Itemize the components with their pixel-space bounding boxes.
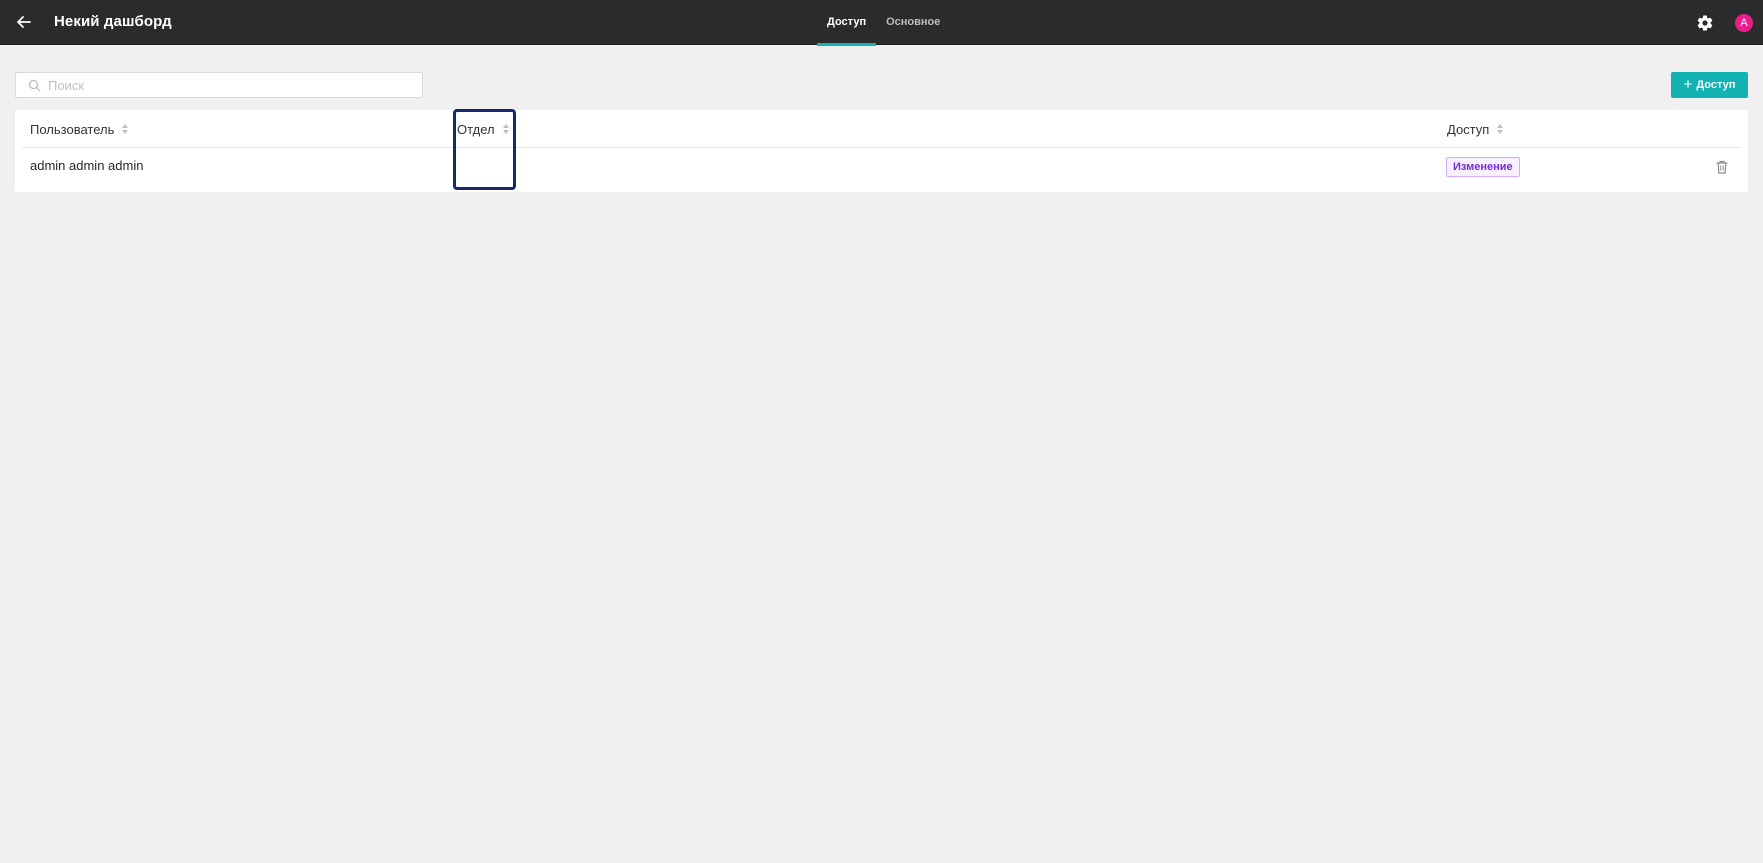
search-input[interactable] — [44, 73, 414, 97]
sort-icon[interactable] — [1496, 122, 1504, 136]
back-arrow-icon[interactable] — [14, 12, 34, 32]
header-divider — [22, 147, 1741, 148]
tab-bar: Доступ Основное — [817, 0, 950, 46]
gear-icon[interactable] — [1696, 14, 1714, 32]
search-box — [15, 72, 423, 98]
avatar[interactable]: A — [1735, 14, 1753, 32]
tab-general[interactable]: Основное — [876, 0, 950, 45]
access-level-tag[interactable]: Изменение — [1446, 157, 1520, 177]
trash-icon[interactable] — [1715, 159, 1729, 175]
column-header-user[interactable]: Пользователь — [30, 110, 129, 148]
page-title: Некий дашборд — [54, 13, 172, 30]
top-bar: Некий дашборд Доступ Основное A — [0, 0, 1763, 46]
sort-icon[interactable] — [502, 122, 510, 136]
add-access-label: Доступ — [1696, 79, 1736, 91]
access-table: Пользователь Отдел Доступ admin admin ad… — [15, 110, 1748, 192]
search-icon — [28, 79, 41, 92]
cell-user: admin admin admin — [30, 158, 144, 173]
column-header-user-label: Пользователь — [30, 121, 115, 137]
column-header-access[interactable]: Доступ — [1447, 110, 1504, 148]
plus-icon: + — [1683, 75, 1693, 93]
tab-access[interactable]: Доступ — [817, 0, 877, 46]
add-access-button[interactable]: + Доступ — [1671, 72, 1748, 98]
column-header-department[interactable]: Отдел — [457, 110, 510, 148]
sort-icon[interactable] — [121, 122, 129, 136]
column-header-access-label: Доступ — [1447, 121, 1490, 137]
column-header-department-label: Отдел — [457, 121, 495, 137]
